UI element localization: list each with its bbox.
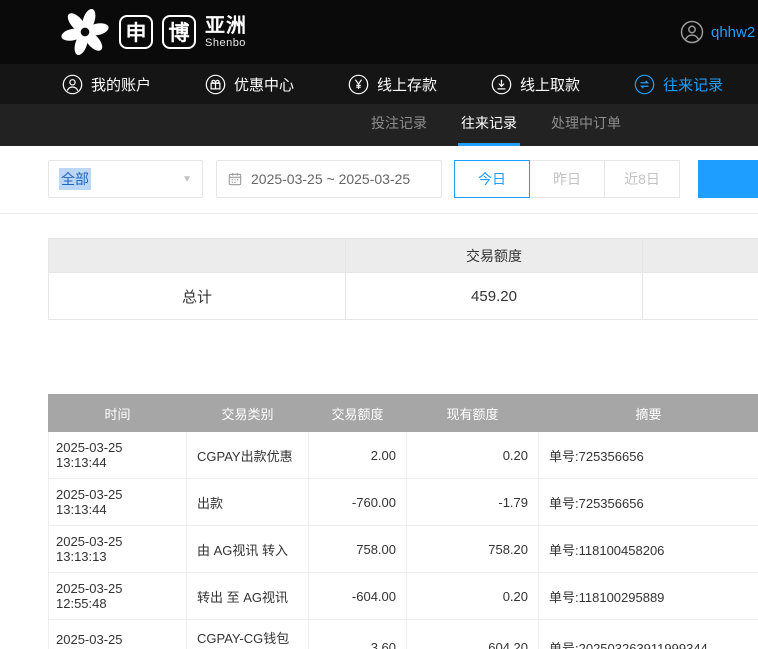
cell-amount: 2.00	[308, 431, 407, 479]
yesterday-button[interactable]: 昨日	[529, 160, 605, 198]
summary-header-cut	[642, 238, 758, 273]
main-nav: 我的账户 优惠中心 线上存款 线上取款 往来记录	[0, 64, 758, 104]
cell-amount: 758.00	[308, 525, 407, 573]
last-8-days-button[interactable]: 近8日	[604, 160, 680, 198]
category-select-value: 全部	[59, 168, 91, 190]
summary-header-empty	[48, 238, 346, 273]
deposit-icon	[348, 74, 369, 94]
search-button[interactable]	[698, 160, 758, 198]
filter-bar: 全部 ▼ 今日 昨日 近8日	[48, 160, 758, 198]
cell-summary: 单号:202503263911999344	[538, 619, 758, 649]
page: 申 博 亚洲 Shenbo qhhw2 我的账户 优惠中心 线上存款 线上取款 …	[0, 0, 758, 649]
transactions-table: 时间 交易类别 交易额度 现有额度 摘要 2025-03-25 13:13:44…	[48, 394, 758, 649]
today-button[interactable]: 今日	[454, 160, 530, 198]
category-select[interactable]: 全部 ▼	[48, 160, 203, 198]
nav-item-my-account[interactable]: 我的账户	[62, 74, 151, 95]
nav-item-withdraw[interactable]: 线上取款	[491, 74, 580, 95]
cell-summary: 单号:725356656	[538, 478, 758, 526]
cell-time: 2025-03-25 13:13:44	[48, 478, 187, 526]
table-header-row: 时间 交易类别 交易额度 现有额度 摘要	[48, 394, 758, 432]
header-summary: 摘要	[538, 394, 758, 432]
withdraw-icon	[491, 74, 512, 94]
tab-transaction-records[interactable]: 往来记录	[458, 113, 520, 146]
table-row: 2025-03-25 12:55:48 转出 至 AG视讯 -604.00 0.…	[48, 572, 758, 620]
cell-amount: -604.00	[308, 572, 407, 620]
nav-label: 往来记录	[663, 76, 724, 94]
cell-balance: 758.20	[406, 525, 539, 573]
cell-type: CGPAY-CG钱包支付笔笔送优惠	[186, 619, 309, 649]
table-row: 2025-03-25 13:13:13 由 AG视讯 转入 758.00 758…	[48, 525, 758, 573]
summary-table: 交易额度 总计 459.20	[48, 238, 758, 320]
header-balance: 现有额度	[406, 394, 539, 432]
quick-date-buttons: 今日 昨日 近8日	[454, 160, 680, 198]
cell-time: 2025-03-25 12:55:40	[48, 619, 187, 649]
header-time: 时间	[48, 394, 187, 432]
date-range-input[interactable]	[251, 171, 431, 187]
cell-amount: -760.00	[308, 478, 407, 526]
nav-label: 线上存款	[377, 76, 438, 94]
brand-logo: 申 博 亚洲 Shenbo	[60, 7, 247, 57]
summary-total-cut	[642, 272, 758, 320]
cell-summary: 单号:118100458206	[538, 525, 758, 573]
cell-summary: 单号:118100295889	[538, 572, 758, 620]
table-row: 2025-03-25 13:13:44 CGPAY出款优惠 2.00 0.20 …	[48, 431, 758, 479]
header-amount: 交易额度	[308, 394, 407, 432]
logo-region-text: 亚洲	[205, 14, 247, 37]
table-row: 2025-03-25 13:13:44 出款 -760.00 -1.79 单号:…	[48, 478, 758, 526]
records-icon	[634, 74, 655, 94]
cell-balance: 0.20	[406, 431, 539, 479]
cell-type: 由 AG视讯 转入	[186, 525, 309, 573]
nav-label: 优惠中心	[234, 76, 295, 94]
header-type: 交易类别	[186, 394, 309, 432]
cell-amount: 3.60	[308, 619, 407, 649]
logo-region: 亚洲 Shenbo	[205, 16, 247, 49]
cell-balance: 604.20	[406, 619, 539, 649]
nav-label: 线上取款	[520, 76, 581, 94]
cell-balance: 0.20	[406, 572, 539, 620]
logo-subtitle: Shenbo	[205, 36, 246, 49]
chevron-down-icon: ▼	[182, 173, 192, 185]
summary-total-row: 总计 459.20	[48, 272, 758, 320]
tab-pending-orders[interactable]: 处理中订单	[548, 113, 624, 146]
nav-item-deposit[interactable]: 线上存款	[348, 74, 437, 95]
nav-item-transactions[interactable]: 往来记录	[634, 74, 723, 95]
cell-time: 2025-03-25 13:13:13	[48, 525, 187, 573]
summary-total-value: 459.20	[345, 272, 643, 320]
summary-header-amount: 交易额度	[345, 238, 643, 273]
user-avatar-icon	[680, 20, 704, 44]
username[interactable]: qhhw2	[711, 24, 755, 41]
cell-type: 转出 至 AG视讯	[186, 572, 309, 620]
date-range-picker[interactable]	[216, 160, 442, 198]
user-account[interactable]: qhhw2	[680, 0, 755, 64]
table-row: 2025-03-25 12:55:40 CGPAY-CG钱包支付笔笔送优惠 3.…	[48, 619, 758, 649]
summary-total-label: 总计	[48, 272, 346, 320]
cell-balance: -1.79	[406, 478, 539, 526]
gift-icon	[205, 74, 226, 94]
cell-time: 2025-03-25 13:13:44	[48, 431, 187, 479]
top-header: 申 博 亚洲 Shenbo qhhw2	[0, 0, 758, 64]
summary-header-row: 交易额度	[48, 238, 758, 273]
calendar-icon	[228, 173, 242, 186]
sub-nav: 投注记录 往来记录 处理中订单	[0, 104, 758, 146]
flower-logo-icon	[61, 8, 109, 56]
cell-type: 出款	[186, 478, 309, 526]
section-divider	[0, 213, 758, 214]
logo-char-bo: 博	[162, 15, 196, 49]
user-icon	[62, 74, 83, 94]
tab-bet-records[interactable]: 投注记录	[368, 113, 430, 146]
cell-type: CGPAY出款优惠	[186, 431, 309, 479]
cell-time: 2025-03-25 12:55:48	[48, 572, 187, 620]
nav-item-promotions[interactable]: 优惠中心	[205, 74, 294, 95]
nav-label: 我的账户	[91, 76, 152, 94]
logo-char-shen: 申	[119, 15, 153, 49]
cell-summary: 单号:725356656	[538, 431, 758, 479]
